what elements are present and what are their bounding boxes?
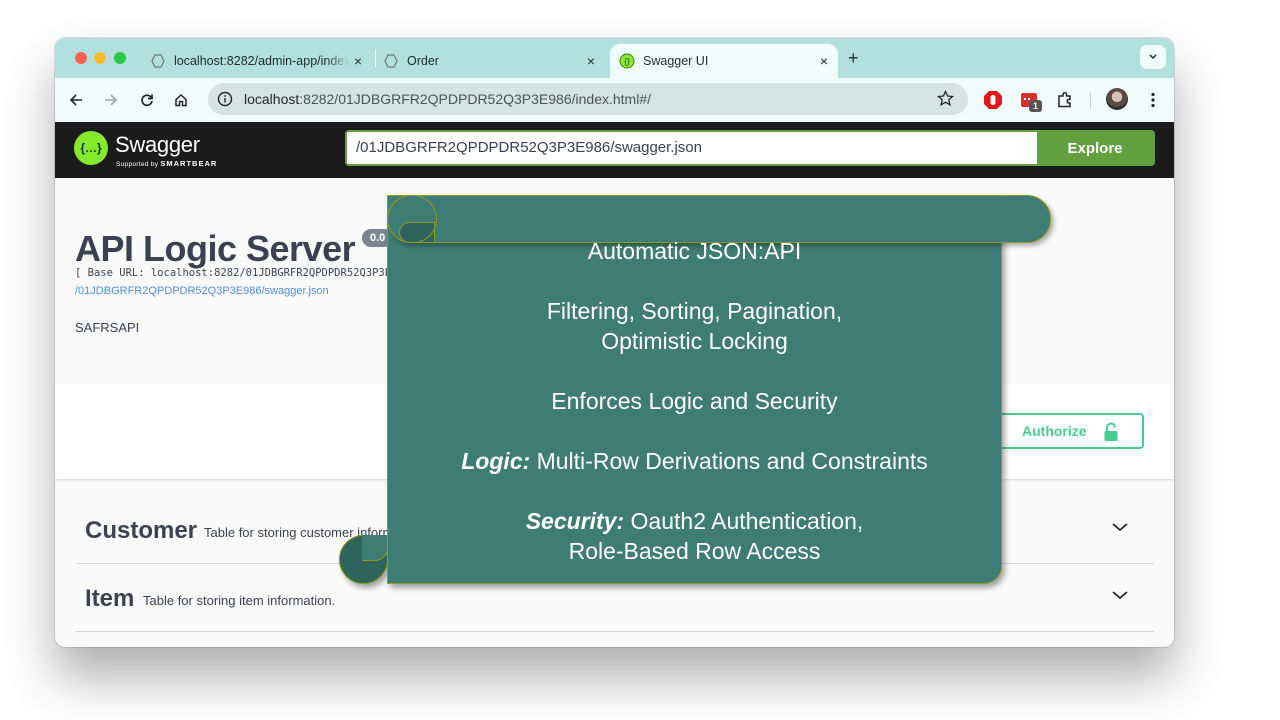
api-title: API Logic Server: [75, 228, 356, 269]
tab-search-button[interactable]: [1140, 45, 1166, 69]
tag-description: Table for storing item information.: [143, 593, 336, 608]
close-window-button[interactable]: [75, 52, 87, 64]
minimize-window-button[interactable]: [94, 52, 106, 64]
reload-button[interactable]: [136, 89, 158, 111]
spec-url-form: /01JDBGRFR2QPDPDR52Q3P3E986/swagger.json…: [345, 130, 1155, 166]
api-description: SAFRSAPI: [75, 320, 140, 335]
toolbar-separator: [1090, 93, 1091, 109]
tab-admin-app[interactable]: localhost:8282/admin-app/index.html ×: [150, 44, 372, 78]
brand-sub-prefix: Supported by: [116, 161, 159, 168]
home-button[interactable]: [170, 89, 192, 111]
close-tab-icon[interactable]: ×: [820, 53, 828, 69]
close-tab-icon[interactable]: ×: [587, 53, 595, 69]
back-button[interactable]: [65, 89, 87, 111]
arrow-right-icon: [105, 94, 118, 106]
callout-body: [387, 195, 1002, 584]
swagger-brand-name: Swagger: [115, 132, 200, 157]
new-tab-button[interactable]: +: [848, 48, 859, 68]
browser-toolbar: localhost:8282/01JDBGRFR2QPDPDR52Q3P3E98…: [55, 78, 1174, 122]
site-info-icon[interactable]: [217, 91, 233, 112]
swagger-brand-sub: Supported by SMARTBEAR: [116, 159, 217, 168]
more-vertical-icon: [1151, 92, 1155, 108]
swagger-logo-icon[interactable]: {…}: [74, 131, 108, 165]
extensions-button[interactable]: [1054, 89, 1076, 111]
arrow-left-icon: [69, 94, 82, 106]
swagger-topbar: {…} Swagger Supported by SMARTBEAR /01JD…: [55, 122, 1174, 178]
brand-sub-company: SMARTBEAR: [160, 159, 218, 168]
tag-name[interactable]: Item: [85, 585, 134, 613]
generic-page-icon: [150, 53, 166, 69]
address-url[interactable]: localhost:8282/01JDBGRFR2QPDPDR52Q3P3E98…: [244, 91, 651, 107]
maximize-window-button[interactable]: [114, 52, 126, 64]
tab-separator: [375, 50, 376, 67]
url-host: localhost: [244, 91, 300, 107]
svg-text:{}: {}: [624, 57, 630, 66]
calendar-extension-button[interactable]: 1: [1018, 89, 1042, 112]
close-tab-icon[interactable]: ×: [354, 53, 362, 69]
address-bar[interactable]: localhost:8282/01JDBGRFR2QPDPDR52Q3P3E98…: [208, 83, 968, 115]
tab-title: localhost:8282/admin-app/index.html: [174, 54, 350, 68]
tag-name[interactable]: Customer: [85, 517, 197, 545]
tab-swagger-ui[interactable]: {} Swagger UI ×: [610, 44, 838, 78]
tab-strip: localhost:8282/admin-app/index.html × Or…: [55, 38, 1174, 78]
chevron-down-icon: [1149, 54, 1157, 60]
explore-button[interactable]: Explore: [1037, 132, 1153, 164]
extension-badge: 1: [1029, 100, 1042, 112]
authorize-label: Authorize: [1022, 423, 1087, 439]
chevron-down-icon[interactable]: [1111, 588, 1129, 606]
spec-link[interactable]: /01JDBGRFR2QPDPDR52Q3P3E986/swagger.json: [75, 285, 329, 297]
home-icon: [175, 93, 187, 107]
url-path: :8282/01JDBGRFR2QPDPDR52Q3P3E986/index.h…: [299, 91, 651, 107]
stop-hand-icon: [984, 91, 1002, 109]
profile-avatar[interactable]: [1106, 88, 1128, 110]
unlock-icon: [1103, 422, 1119, 445]
tab-title: Swagger UI: [643, 54, 709, 68]
puzzle-icon: [1058, 91, 1071, 108]
generic-page-icon: [383, 53, 399, 69]
spec-url-input[interactable]: /01JDBGRFR2QPDPDR52Q3P3E986/swagger.json: [347, 132, 1037, 164]
browser-menu-button[interactable]: [1142, 89, 1164, 111]
reload-icon: [141, 94, 153, 107]
swagger-favicon: {}: [619, 53, 635, 69]
bookmark-star-icon[interactable]: [936, 89, 955, 112]
adblock-extension-button[interactable]: [982, 89, 1004, 111]
chevron-down-icon[interactable]: [1111, 520, 1129, 538]
tab-order[interactable]: Order ×: [383, 44, 605, 78]
base-url: [ Base URL: localhost:8282/01JDBGRFR2QPD…: [75, 267, 430, 279]
forward-button[interactable]: [100, 89, 122, 111]
tab-title: Order: [407, 54, 439, 68]
authorize-button[interactable]: Authorize: [985, 413, 1144, 449]
